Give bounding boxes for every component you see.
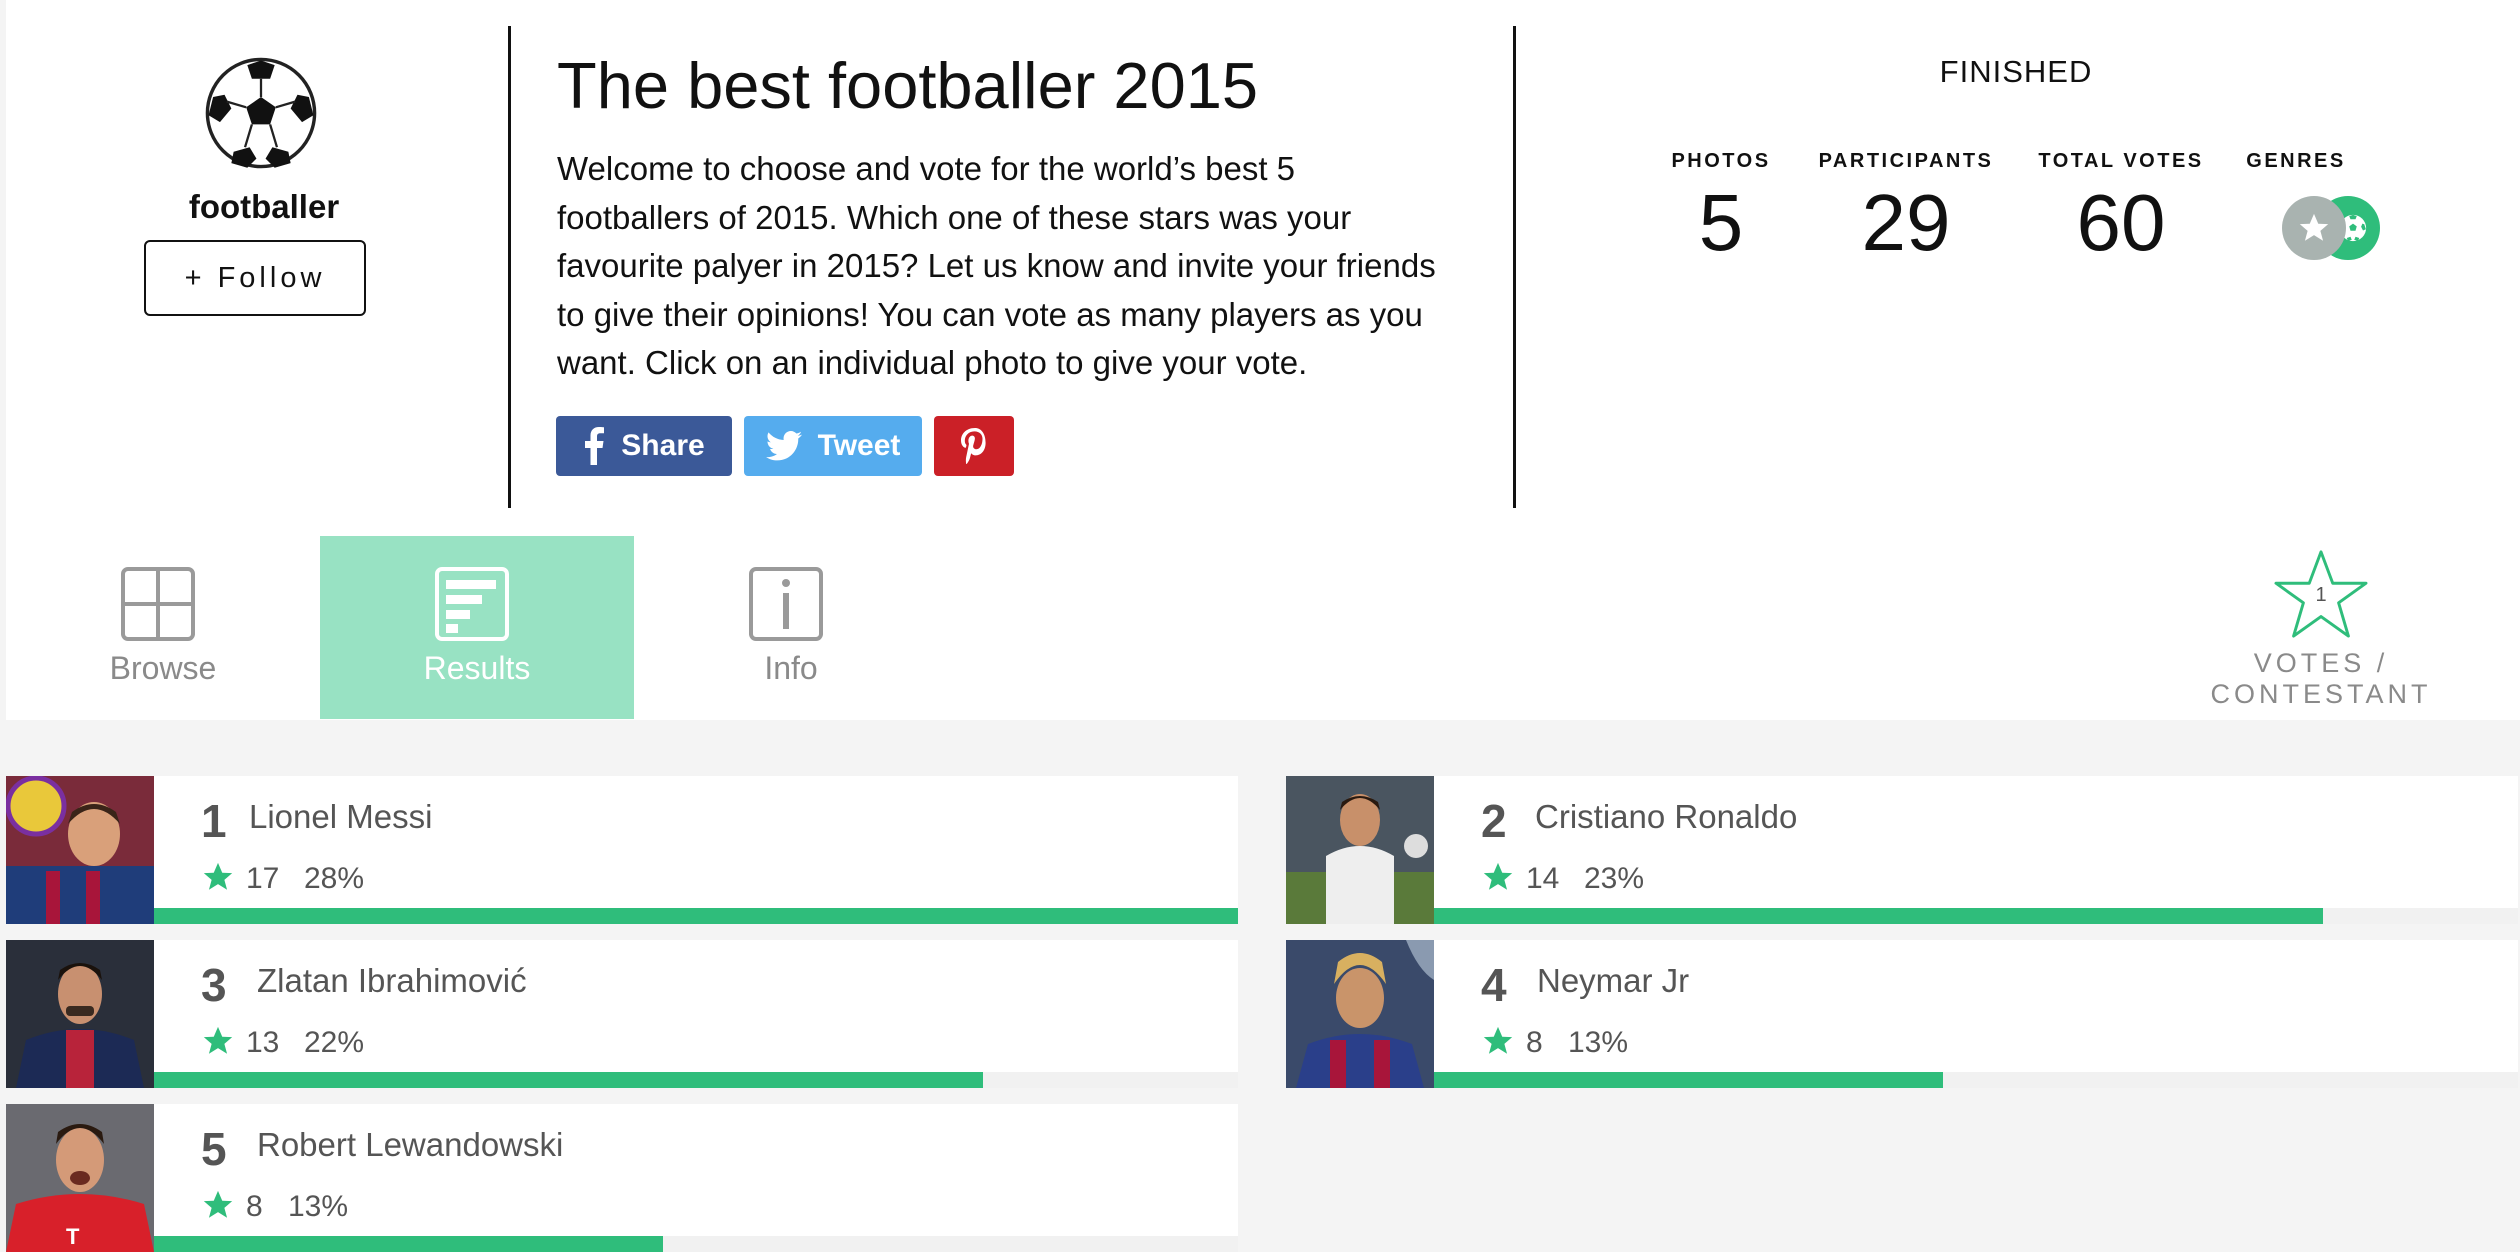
result-bar xyxy=(1434,908,2323,924)
pinterest-button[interactable] xyxy=(934,416,1014,476)
player-name: Neymar Jr xyxy=(1537,962,1690,999)
total-votes-label: TOTAL VOTES xyxy=(2038,150,2204,172)
poll-title: The best footballer 2015 xyxy=(557,49,1259,122)
vote-percent: 22% xyxy=(304,1026,365,1059)
facebook-share-button[interactable]: Share xyxy=(556,416,732,476)
results-icon xyxy=(435,567,509,641)
facebook-icon xyxy=(585,427,605,465)
vote-count: 17 xyxy=(246,862,280,895)
player-photo xyxy=(6,776,154,924)
vote-percent: 23% xyxy=(1584,862,1645,895)
svg-text:T: T xyxy=(66,1224,80,1249)
player-name: Cristiano Ronaldo xyxy=(1535,798,1798,835)
photos-label: PHOTOS xyxy=(1671,150,1771,172)
result-bar xyxy=(1434,1072,1944,1088)
divider xyxy=(508,26,511,508)
vote-count: 14 xyxy=(1526,862,1560,895)
description-line: to give their opinions! You can vote as … xyxy=(557,295,1423,333)
participants-count: 29 xyxy=(1861,178,1951,267)
tab-results-label: Results xyxy=(423,650,531,686)
result-bar-track xyxy=(154,1072,1238,1088)
total-votes-count: 60 xyxy=(2076,178,2166,267)
result-bar-track xyxy=(154,908,1238,924)
player-name: Lionel Messi xyxy=(249,798,433,835)
result-bar xyxy=(154,1072,984,1088)
tab-browse-label: Browse xyxy=(109,650,217,686)
star-icon xyxy=(203,1190,233,1218)
participants-stat: PARTICIPANTS 29 xyxy=(1816,150,1996,269)
username[interactable]: footballer xyxy=(106,188,422,226)
contestant-label-line: CONTESTANT xyxy=(2210,679,2432,709)
player-photo xyxy=(1286,940,1434,1088)
player-photo xyxy=(6,940,154,1088)
twitter-icon xyxy=(765,431,802,461)
soccer-ball-avatar[interactable] xyxy=(204,56,318,170)
follow-button[interactable]: + Follow xyxy=(144,240,366,316)
star-icon[interactable] xyxy=(2282,196,2346,260)
vote-percent: 28% xyxy=(304,862,365,895)
result-card[interactable]: 4 Neymar Jr 8 13% xyxy=(1286,940,2518,1088)
result-rank: 2 xyxy=(1481,795,1507,847)
star-icon xyxy=(1483,1026,1513,1054)
result-bar-track xyxy=(1434,1072,2518,1088)
result-card[interactable]: T 5 Robert Lewandowski 8 13% xyxy=(6,1104,1238,1252)
poll-status: FINISHED xyxy=(1939,54,2093,89)
photos-stat: PHOTOS 5 xyxy=(1666,150,1776,269)
info-icon xyxy=(749,567,823,641)
photos-count: 5 xyxy=(1698,178,1744,267)
description-line: footballers of 2015. Which one of these … xyxy=(557,198,1352,236)
result-bar-track xyxy=(154,1236,1238,1252)
twitter-tweet-button[interactable]: Tweet xyxy=(744,416,922,476)
vote-percent: 13% xyxy=(1568,1026,1629,1059)
result-rank: 5 xyxy=(201,1123,227,1175)
votes-per-contestant-count: 1 xyxy=(2315,584,2327,606)
result-bar-track xyxy=(1434,908,2518,924)
player-name: Robert Lewandowski xyxy=(257,1126,564,1163)
twitter-tweet-label: Tweet xyxy=(817,429,901,462)
pinterest-icon xyxy=(961,428,986,464)
poll-header: footballer + Follow The best footballer … xyxy=(6,0,2520,720)
result-card[interactable]: 1 Lionel Messi 17 28% xyxy=(6,776,1238,924)
result-card[interactable]: 3 Zlatan Ibrahimović 13 22% xyxy=(6,940,1238,1088)
participants-label: PARTICIPANTS xyxy=(1818,150,1994,172)
result-rank: 1 xyxy=(201,795,227,847)
result-card[interactable]: 2 Cristiano Ronaldo 14 23% xyxy=(1286,776,2518,924)
tab-results[interactable]: Results xyxy=(320,536,634,719)
divider xyxy=(1513,26,1516,508)
player-photo xyxy=(1286,776,1434,924)
tab-browse[interactable]: Browse xyxy=(6,536,320,719)
player-name: Zlatan Ibrahimović xyxy=(257,962,527,999)
result-bar xyxy=(154,1236,664,1252)
facebook-share-label: Share xyxy=(621,429,705,462)
vote-count: 8 xyxy=(246,1190,263,1223)
description-line: want. Click on an individual photo to gi… xyxy=(557,344,1308,381)
description-line: Welcome to choose and vote for the world… xyxy=(557,150,1296,187)
genres-label: GENRES xyxy=(2246,150,2346,172)
player-photo: T xyxy=(6,1104,154,1252)
tab-info-label: Info xyxy=(764,650,818,686)
vote-count: 8 xyxy=(1526,1026,1543,1059)
vote-percent: 13% xyxy=(288,1190,349,1223)
description-line: favourite palyer in 2015? Let us know an… xyxy=(557,247,1436,284)
poll-description: Welcome to choose and vote for the world… xyxy=(557,145,1487,388)
result-bar xyxy=(154,908,1238,924)
grid-icon xyxy=(121,567,195,641)
star-icon xyxy=(1483,862,1513,890)
votes-per-contestant-label: VOTES / CONTESTANT xyxy=(2196,648,2446,710)
genres-stat: GENRES xyxy=(2236,150,2356,173)
star-icon xyxy=(203,1026,233,1054)
total-votes-stat: TOTAL VOTES 60 xyxy=(2026,150,2216,269)
votes-label-line: VOTES / xyxy=(2253,648,2389,678)
vote-count: 13 xyxy=(246,1026,280,1059)
result-rank: 4 xyxy=(1481,959,1507,1011)
star-icon xyxy=(203,862,233,890)
tab-info[interactable]: Info xyxy=(634,536,948,719)
result-rank: 3 xyxy=(201,959,227,1011)
